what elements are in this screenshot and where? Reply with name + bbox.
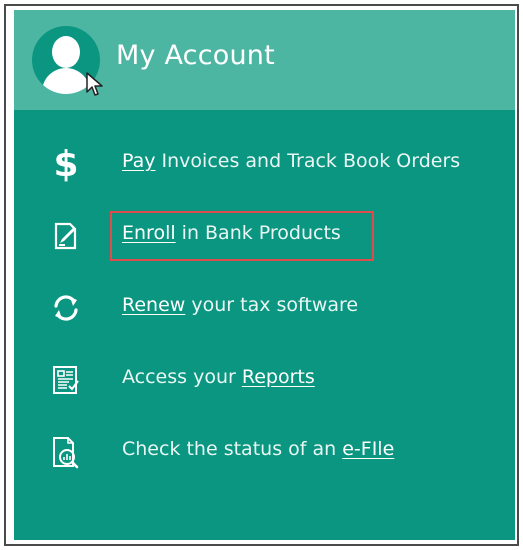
menu-item-pay-text: Pay Invoices and Track Book Orders — [122, 150, 461, 172]
my-account-panel: My Account $ Pay Invoices and Track Book… — [14, 10, 515, 540]
menu-item-efile[interactable]: Check the status of an e-FIle — [14, 428, 515, 474]
menu-item-reports[interactable]: Access your Reports — [14, 356, 515, 402]
menu-item-reports-text: Access your Reports — [122, 366, 315, 388]
menu-item-renew-text: Renew your tax software — [122, 294, 359, 316]
efile-link[interactable]: e-FIle — [342, 438, 394, 460]
menu-item-enroll-text: Enroll in Bank Products — [122, 222, 341, 244]
pay-link[interactable]: Pay — [122, 150, 156, 172]
enroll-link[interactable]: Enroll — [122, 222, 176, 244]
panel-header: My Account — [14, 10, 515, 110]
reports-link[interactable]: Reports — [242, 366, 315, 388]
menu-item-enroll[interactable]: Enroll in Bank Products — [14, 212, 515, 258]
document-edit-icon — [46, 216, 86, 256]
mouse-cursor-icon — [86, 72, 103, 96]
renew-link[interactable]: Renew — [122, 294, 185, 316]
dollar-icon: $ — [53, 143, 79, 185]
menu-item-efile-text: Check the status of an e-FIle — [122, 438, 395, 460]
menu-item-pay[interactable]: $ Pay Invoices and Track Book Orders — [14, 140, 515, 186]
report-icon — [46, 360, 86, 400]
refresh-icon — [46, 288, 86, 328]
efile-search-icon — [46, 432, 86, 472]
menu-item-renew[interactable]: Renew your tax software — [14, 284, 515, 330]
page-title: My Account — [116, 40, 275, 71]
